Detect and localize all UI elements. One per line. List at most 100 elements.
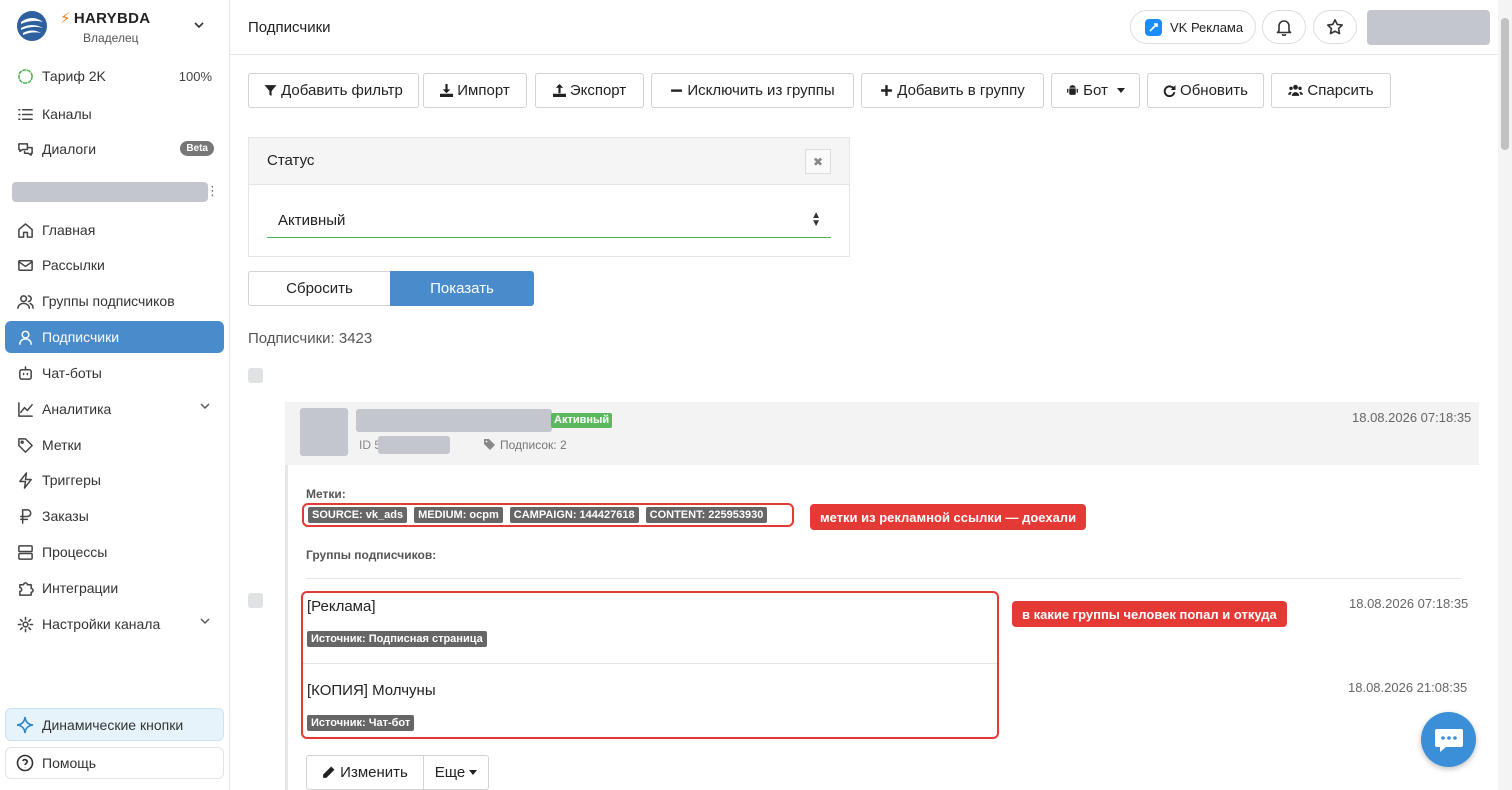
server-icon [16,543,34,561]
sidebar-item-subscriber-groups[interactable]: Группы подписчиков [5,285,224,317]
brand-name: ⚡ HARYBDA [60,10,151,27]
ruble-icon [16,507,34,525]
sidebar-item-label: Чат-боты [42,365,102,381]
bot-dropdown-button[interactable]: Бот [1051,73,1140,108]
sidebar-item-label: Главная [42,222,96,238]
page-title: Подписчики [248,19,331,36]
subscriber-checkbox[interactable] [248,593,263,608]
edit-button[interactable]: Изменить [306,755,424,790]
exclude-from-group-button[interactable]: Исключить из группы [651,73,854,108]
topbar: Подписчики VK Реклама [230,0,1512,55]
sidebar-item-label: Настройки канала [42,616,161,632]
sidebar-item-label: Каналы [42,106,92,122]
help-button[interactable]: Помощь [5,747,224,779]
sidebar-item-analytics[interactable]: Аналитика [5,393,224,425]
harybda-logo-icon [17,11,47,41]
sidebar-item-channels[interactable]: Каналы [5,98,224,130]
refresh-button[interactable]: Обновить [1147,73,1264,108]
tags-highlight-box: SOURCE: vk_ads MEDIUM: ocpm CAMPAIGN: 14… [302,503,794,527]
users-icon [16,292,34,310]
tag-badge: CONTENT: 225953930 [645,507,768,523]
scrollbar-thumb[interactable] [1501,18,1509,150]
group-name[interactable]: [КОПИЯ] Молчуны [307,682,436,699]
sidebar-item-label: Рассылки [42,257,105,273]
sidebar-item-integrations[interactable]: Интеграции [5,572,224,604]
filter-title: Статус [267,152,315,169]
bell-icon [1276,20,1292,36]
bolt-icon: ⚡ [60,10,71,27]
group-source-badge: Источник: Подписная страница [307,631,487,647]
tag-badge: CAMPAIGN: 144427618 [509,507,639,523]
sidebar-item-label: Группы подписчиков [42,293,175,309]
sidebar: ⚡ HARYBDA Владелец Тариф 2K 100% Каналы Д… [0,0,230,790]
filter-icon [264,85,277,96]
android-icon [1067,85,1079,95]
plus-icon [881,85,893,96]
tag-icon [16,436,34,454]
group-name[interactable]: [Реклама] [307,598,376,615]
bot-icon [16,364,34,382]
vk-ads-button[interactable]: VK Реклама [1130,10,1256,44]
select-all-checkbox[interactable] [248,368,263,383]
show-button[interactable]: Показать [390,271,534,306]
gear-icon [16,615,34,633]
page-scrollbar[interactable] [1498,0,1512,790]
caret-down-icon [469,770,478,775]
sidebar-item-dialogs[interactable]: Диалоги Beta [5,133,224,165]
pencil-icon [323,766,335,778]
user-menu-redacted[interactable] [1367,10,1490,45]
refresh-icon [1163,85,1176,97]
sparkle-icon [16,716,34,733]
subscribed-date: 18.08.2026 07:18:35 [1352,410,1472,425]
dynamic-buttons-button[interactable]: Динамические кнопки [5,708,224,741]
tags-annotation-callout: метки из рекламной ссылки — доехали [810,504,1087,530]
add-filter-button[interactable]: Добавить фильтр [248,73,419,108]
sidebar-item-subscribers[interactable]: Подписчики [5,321,224,353]
more-dropdown-button[interactable]: Еще [423,755,489,790]
brand-switcher[interactable]: ⚡ HARYBDA Владелец [0,0,229,54]
export-button[interactable]: Экспорт [535,73,644,108]
minus-icon [671,89,683,92]
divider [303,663,997,664]
plan-label: Тариф 2K [42,68,106,84]
reset-button[interactable]: Сбросить [248,271,391,306]
import-button[interactable]: Импорт [423,73,527,108]
parse-button[interactable]: Спарсить [1271,73,1391,108]
channel-selector-redacted[interactable] [12,182,208,202]
sidebar-item-mailings[interactable]: Рассылки [5,249,224,281]
plan-progress-icon [16,67,34,85]
home-icon [16,221,34,239]
notifications-button[interactable] [1262,10,1306,44]
divider [306,578,1461,579]
sidebar-item-channel-settings[interactable]: Настройки канала [5,608,224,640]
favorites-button[interactable] [1313,10,1357,44]
support-chat-button[interactable] [1421,712,1476,767]
subscriber-name-redacted[interactable] [356,409,552,432]
close-filter-button[interactable]: ✖ [805,149,831,174]
vk-ads-label: VK Реклама [1170,19,1244,35]
sidebar-item-processes[interactable]: Процессы [5,536,224,568]
sidebar-item-tags[interactable]: Метки [5,429,224,461]
download-icon [440,84,454,97]
sidebar-item-orders[interactable]: Заказы [5,500,224,532]
sidebar-item-plan[interactable]: Тариф 2K 100% [5,60,224,92]
add-to-group-button[interactable]: Добавить в группу [861,73,1044,108]
groups-annotation-callout: в какие группы человек попал и откуда [1012,601,1287,627]
dynamic-buttons-label: Динамические кнопки [42,716,184,733]
chevron-down-icon [194,22,204,29]
filter-header: Статус ✖ [249,138,849,185]
lightning-icon [16,471,34,489]
sidebar-item-home[interactable]: Главная [5,214,224,246]
sidebar-item-triggers[interactable]: Триггеры [5,464,224,496]
tag-badge: MEDIUM: ocpm [414,507,503,523]
sidebar-item-label: Интеграции [42,580,119,596]
sidebar-item-chatbots[interactable]: Чат-боты [5,357,224,389]
more-vertical-icon[interactable]: ⋮ [206,183,219,199]
help-label: Помощь [42,755,97,771]
user-icon [16,328,34,346]
caret-down-icon [1116,88,1125,93]
group-date: 18.08.2026 21:08:35 [1348,680,1468,695]
status-select[interactable]: Активный ▲ ▼ [267,204,831,238]
vk-ads-icon [1145,18,1162,36]
sidebar-item-label: Диалоги [42,141,97,157]
